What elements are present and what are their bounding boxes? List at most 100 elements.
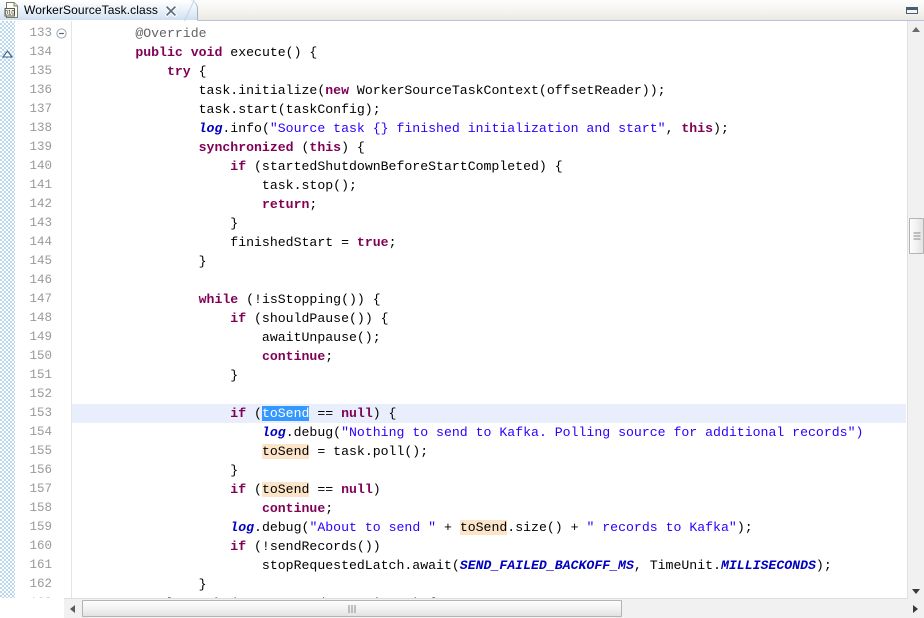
- code-line[interactable]: continue;: [72, 347, 333, 366]
- code-token-kw: synchronized: [198, 140, 294, 155]
- line-number: 135: [29, 64, 52, 78]
- code-line[interactable]: }: [72, 461, 238, 480]
- code-token-plain: ): [372, 482, 381, 497]
- code-token-occ: toSend: [261, 444, 310, 459]
- code-line[interactable]: log.debug("About to send " + toSend.size…: [72, 518, 753, 537]
- code-line[interactable]: stopRequestedLatch.await(SEND_FAILED_BAC…: [72, 556, 832, 575]
- close-icon[interactable]: [164, 4, 178, 18]
- code-line[interactable]: if (!sendRecords()): [72, 537, 380, 556]
- code-text-area[interactable]: @Override public void execute() { try { …: [72, 21, 906, 603]
- line-number: 153: [29, 406, 52, 420]
- code-token-plain: ==: [309, 406, 342, 421]
- vertical-scrollbar-thumb[interactable]: [909, 218, 924, 254]
- horizontal-scrollbar-thumb[interactable]: [82, 600, 622, 617]
- line-number: 134: [29, 45, 52, 59]
- code-line[interactable]: while (!isStopping()) {: [72, 290, 381, 309]
- fold-collapse-icon[interactable]: [55, 24, 68, 43]
- line-number: 154: [29, 425, 52, 439]
- code-line[interactable]: }: [72, 575, 207, 594]
- code-token-plain: +: [436, 520, 460, 535]
- code-token-plain: ) {: [372, 406, 397, 421]
- code-token-plain: ) {: [341, 140, 365, 155]
- code-line[interactable]: toSend = task.poll();: [72, 442, 428, 461]
- code-token-kw: true: [356, 235, 389, 250]
- line-number: 145: [29, 254, 52, 268]
- scroll-up-button[interactable]: [908, 21, 924, 37]
- code-line[interactable]: task.stop();: [72, 176, 357, 195]
- change-ruler[interactable]: [0, 21, 16, 603]
- arrow-right-icon: [913, 604, 918, 613]
- code-token-plain: ;: [325, 501, 334, 516]
- code-line[interactable]: awaitUnpause();: [72, 328, 381, 347]
- code-token-sfin: MILLISECONDS: [720, 558, 816, 573]
- code-line[interactable]: @Override: [72, 24, 206, 43]
- code-line[interactable]: return;: [72, 195, 317, 214]
- code-line[interactable]: log.debug("Nothing to send to Kafka. Pol…: [72, 423, 863, 442]
- code-line[interactable]: if (toSend == null) {: [72, 404, 396, 423]
- line-number: 139: [29, 140, 52, 154]
- code-line[interactable]: try {: [72, 62, 207, 81]
- code-line[interactable]: task.initialize(new WorkerSourceTaskCont…: [72, 81, 666, 100]
- code-line[interactable]: }: [72, 366, 238, 385]
- code-line[interactable]: }: [72, 214, 238, 233]
- line-number: 150: [29, 349, 52, 363]
- code-line[interactable]: finishedStart = true;: [72, 233, 396, 252]
- code-token-plain: finishedStart =: [72, 235, 357, 250]
- code-token-plain: {: [190, 64, 207, 79]
- code-line[interactable]: synchronized (this) {: [72, 138, 365, 157]
- code-line[interactable]: if (shouldPause()) {: [72, 309, 389, 328]
- code-line[interactable]: if (startedShutdownBeforeStartCompleted)…: [72, 157, 562, 176]
- grip-icon: [913, 232, 920, 240]
- horizontal-scrollbar[interactable]: [64, 598, 924, 618]
- code-token-plain: );: [815, 558, 832, 573]
- line-number: 151: [29, 368, 52, 382]
- grip-icon: [348, 604, 356, 613]
- minimize-button[interactable]: [902, 2, 922, 19]
- code-token-occ: toSend: [459, 520, 508, 535]
- code-token-plain: }: [72, 577, 207, 592]
- scroll-down-button[interactable]: [908, 583, 924, 599]
- code-token-plain: ,: [665, 121, 682, 136]
- code-token-plain: );: [736, 520, 753, 535]
- code-editor[interactable]: 133 134 135 136 137 138 139 140 141 142 143 144 145 1…: [0, 21, 924, 618]
- line-number-ruler[interactable]: 133 134 135 136 137 138 139 140 141 142 143 144 145 1…: [16, 21, 72, 605]
- scroll-right-button[interactable]: [907, 599, 924, 618]
- line-number: 149: [29, 330, 52, 344]
- code-token-plain: ;: [388, 235, 397, 250]
- editor-tab-bar: 010 WorkerSourceTask.class: [0, 0, 924, 21]
- code-token-plain: (shouldPause()) {: [246, 311, 389, 326]
- editor-tab-workersourcetask[interactable]: 010 WorkerSourceTask.class: [0, 0, 198, 21]
- code-token-kw: continue: [261, 349, 326, 364]
- code-token-plain: .debug(: [254, 520, 310, 535]
- code-line[interactable]: public void execute() {: [72, 43, 317, 62]
- code-line[interactable]: }: [72, 252, 207, 271]
- arrow-down-icon: [912, 588, 920, 594]
- code-token-plain: execute() {: [222, 45, 318, 60]
- code-line[interactable]: log.info("Source task {} finished initia…: [72, 119, 729, 138]
- code-token-plain: );: [713, 121, 729, 136]
- code-line[interactable]: if (toSend == null): [72, 480, 381, 499]
- code-line[interactable]: task.start(taskConfig);: [72, 100, 381, 119]
- line-number: 140: [29, 159, 52, 173]
- overrides-method-marker[interactable]: [1, 47, 14, 58]
- code-line[interactable]: continue;: [72, 499, 333, 518]
- vertical-scrollbar[interactable]: [907, 21, 924, 599]
- code-token-kw: this: [309, 140, 342, 155]
- line-number: 159: [29, 520, 52, 534]
- scroll-left-button[interactable]: [64, 599, 81, 618]
- code-token-kw: null: [341, 406, 373, 421]
- line-number: 147: [29, 292, 52, 306]
- code-token-kw: null: [341, 482, 373, 497]
